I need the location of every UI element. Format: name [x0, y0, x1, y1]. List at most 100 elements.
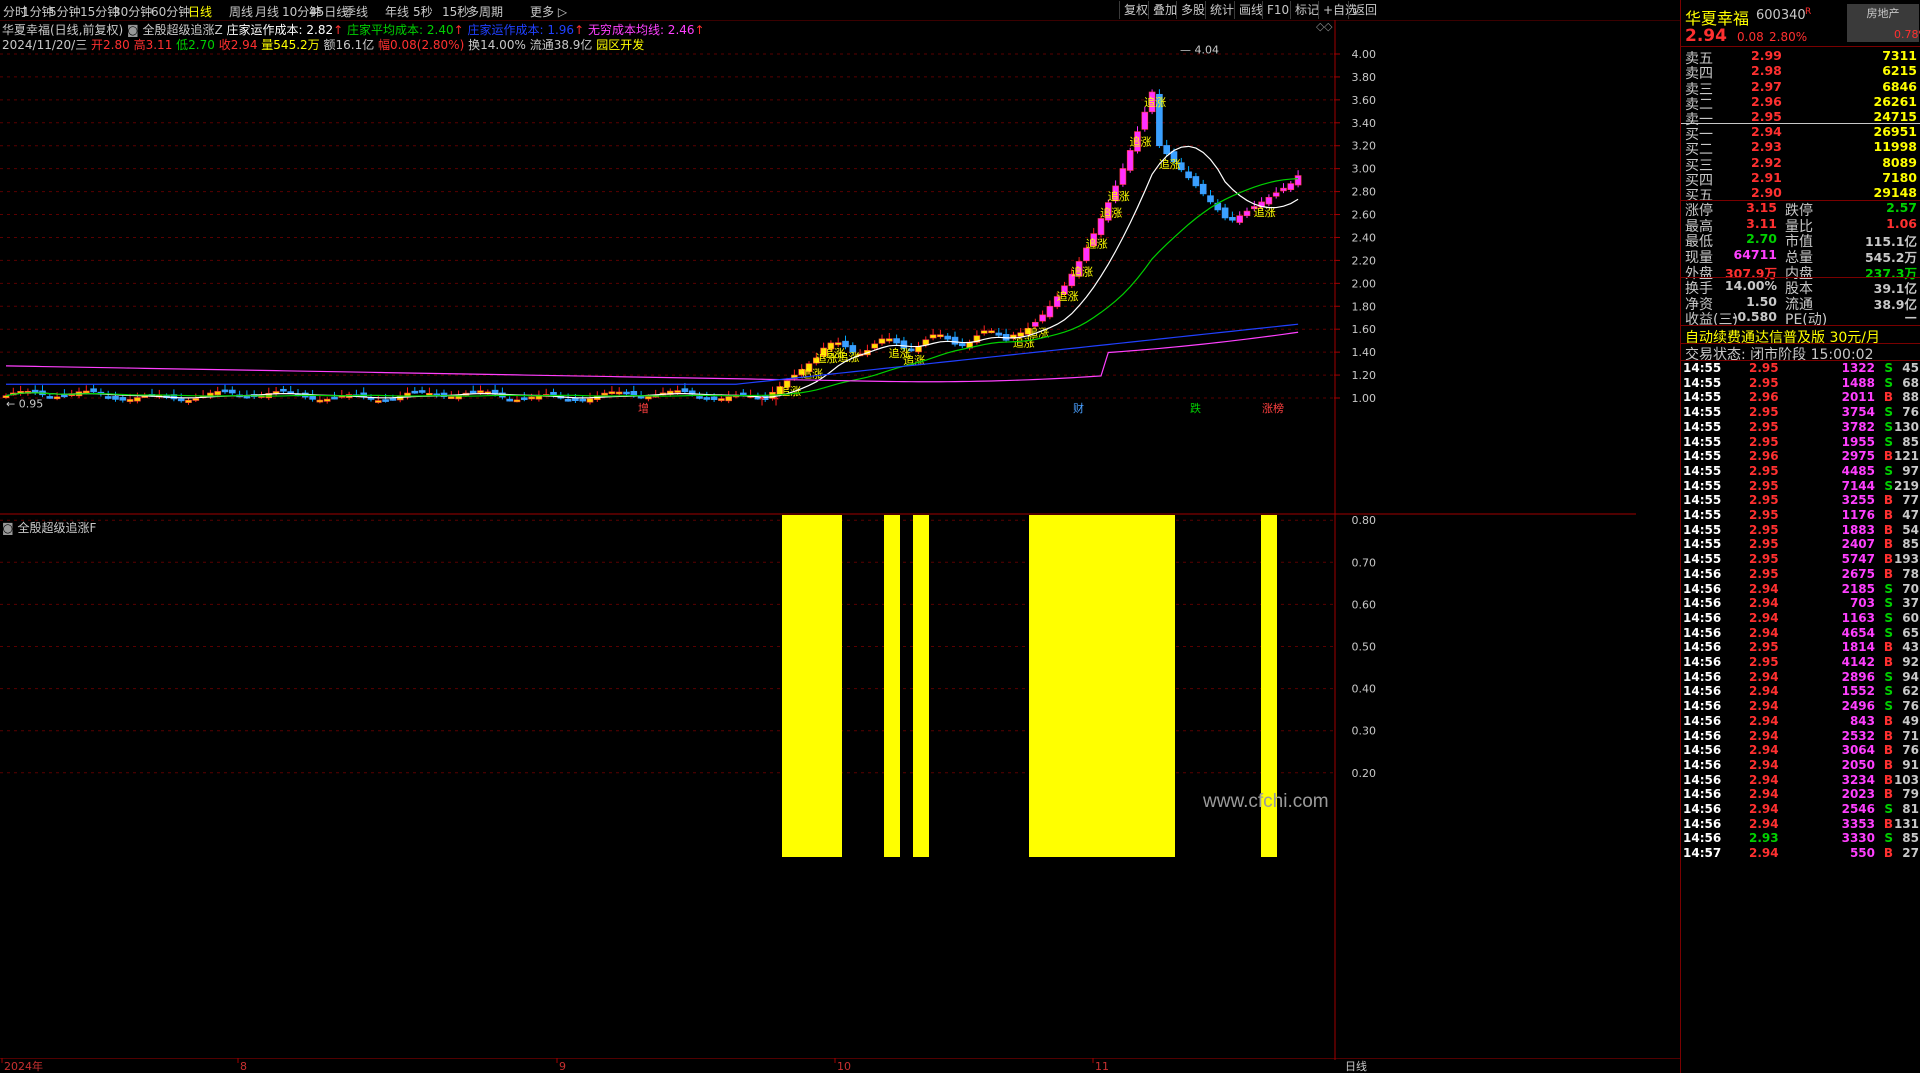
indicator-icon[interactable]: ◙ [2, 521, 14, 535]
period-tab[interactable]: 45日线 [309, 3, 348, 20]
book-price: 2.94 [1751, 124, 1782, 139]
tick-time: 14:55 [1683, 552, 1722, 567]
period-tab[interactable]: 15秒 [442, 3, 469, 20]
tick-row: 14:55 2.95 1955 S 85 [1683, 435, 1919, 450]
tick-side: B [1883, 757, 1893, 772]
tick-price: 2.95 [1749, 478, 1779, 493]
candle-body [1236, 215, 1243, 223]
tick-count: 76 [1902, 405, 1919, 420]
date-axis-period: 日线 [1345, 1059, 1367, 1073]
period-tab[interactable]: 更多 ▷ [530, 3, 567, 20]
book-volume: 7180 [1882, 169, 1917, 185]
candle-body [674, 390, 681, 393]
period-tab[interactable]: 周线 [229, 3, 253, 20]
candle-body [608, 391, 616, 395]
tick-side: S [1884, 699, 1893, 714]
tick-price: 2.94 [1749, 669, 1779, 684]
stat-row: 换手 14.00% 股本 39.1亿 [1685, 278, 1917, 297]
tick-time: 14:56 [1683, 669, 1722, 684]
candle-body [513, 399, 521, 403]
toolbar-button[interactable]: F10 [1262, 1, 1293, 19]
tick-time: 14:55 [1683, 434, 1722, 449]
stock-code: 600340 [1756, 8, 1806, 23]
tick-price: 2.95 [1749, 566, 1779, 581]
candle-body [323, 398, 331, 402]
tick-time: 14:57 [1683, 846, 1722, 861]
candle-body [389, 398, 397, 401]
tick-time: 14:56 [1683, 831, 1722, 846]
event-label: 涨榜 [1262, 401, 1284, 415]
stat-value: 2.70 [1746, 231, 1777, 247]
indicator-panel-name[interactable]: 全殷超级追涨F [17, 521, 96, 535]
stat-row: 最高 3.11 量比 1.06 [1685, 216, 1917, 235]
period-tab[interactable]: 年线 [385, 3, 409, 20]
tick-row: 14:56 2.94 2546 S 81 [1683, 802, 1919, 817]
signal-bar [913, 515, 929, 857]
tick-side: S [1884, 802, 1893, 816]
tick-time: 14:56 [1683, 772, 1722, 787]
tick-volume: 3234 [1841, 772, 1875, 787]
period-tab[interactable]: 季线 [344, 3, 368, 20]
period-tab[interactable]: 日线 [188, 3, 212, 20]
price-tick-label: 2.40 [1352, 231, 1377, 244]
tick-price: 2.94 [1749, 816, 1779, 831]
tick-price: 2.95 [1749, 375, 1779, 390]
period-tab[interactable]: 30分钟 [113, 3, 152, 20]
tick-side: B [1883, 655, 1893, 669]
tick-count: 27 [1902, 846, 1919, 861]
period-tab[interactable]: 多周期 [467, 3, 503, 20]
date-tick-label: 10 [837, 1060, 851, 1073]
candle-body [214, 391, 221, 396]
tick-time: 14:56 [1683, 610, 1722, 625]
candle-body [1272, 192, 1280, 197]
tick-count: 47 [1902, 508, 1919, 522]
candle-body [834, 342, 842, 346]
ma-white-line [5, 145, 1299, 399]
candlestick-chart[interactable]: 4.003.803.603.403.203.002.802.602.402.20… [0, 20, 1636, 515]
tick-volume: 1955 [1841, 434, 1875, 449]
price-tick-label: 1.60 [1352, 323, 1377, 336]
candle-body [718, 398, 725, 401]
tick-time: 14:56 [1683, 728, 1722, 743]
candle-body [1039, 314, 1046, 322]
tick-time: 14:55 [1683, 493, 1722, 508]
candle-body [725, 396, 733, 402]
signal-label: 追涨 [1130, 135, 1152, 149]
period-tab[interactable]: 5秒 [413, 3, 433, 20]
tick-side: B [1883, 390, 1893, 405]
candle-body [951, 336, 959, 345]
price-tick-label: 3.60 [1352, 94, 1377, 107]
indicator-name[interactable]: 全殷超级追涨Z [142, 23, 222, 37]
tick-volume: 3064 [1841, 743, 1875, 758]
candle-body [681, 388, 689, 393]
tick-row: 14:55 2.95 7144 S 219 [1683, 479, 1919, 494]
candle-body [1097, 218, 1105, 236]
book-price: 2.91 [1751, 169, 1782, 185]
indicator-chart[interactable]: 1.000.900.800.700.600.500.400.300.20 [0, 515, 1636, 1060]
period-tab[interactable]: 60分钟 [151, 3, 190, 20]
book-price: 2.92 [1751, 154, 1782, 170]
tick-count: 85 [1902, 831, 1919, 846]
stat-value: — [1904, 309, 1918, 325]
tick-side: S [1884, 405, 1893, 420]
indicator-icon[interactable]: ◙ [127, 23, 142, 37]
tick-price: 2.95 [1749, 405, 1779, 420]
tick-count: 193 [1893, 552, 1919, 567]
signal-label: 追涨 [1100, 206, 1122, 220]
period-tab[interactable]: 5分钟 [49, 3, 81, 20]
signal-bar [1029, 515, 1175, 857]
candle-body [944, 335, 952, 340]
sector-tag[interactable]: 园区开发 [596, 38, 644, 52]
bar-open: 开2.80 [91, 38, 130, 52]
tick-price: 2.94 [1749, 728, 1779, 743]
period-tab[interactable]: 月线 [255, 3, 279, 20]
toolbar-button[interactable]: 返回 [1348, 1, 1381, 19]
tick-count: 45 [1902, 361, 1919, 375]
tick-row: 14:56 2.95 1814 B 43 [1683, 640, 1919, 655]
tick-row: 14:56 2.94 4654 S 65 [1683, 626, 1919, 641]
tick-side: B [1883, 728, 1893, 743]
tick-time: 14:55 [1683, 463, 1722, 478]
candle-body [477, 390, 484, 393]
candle-body [630, 390, 638, 396]
tick-row: 14:55 2.95 1488 S 68 [1683, 376, 1919, 391]
